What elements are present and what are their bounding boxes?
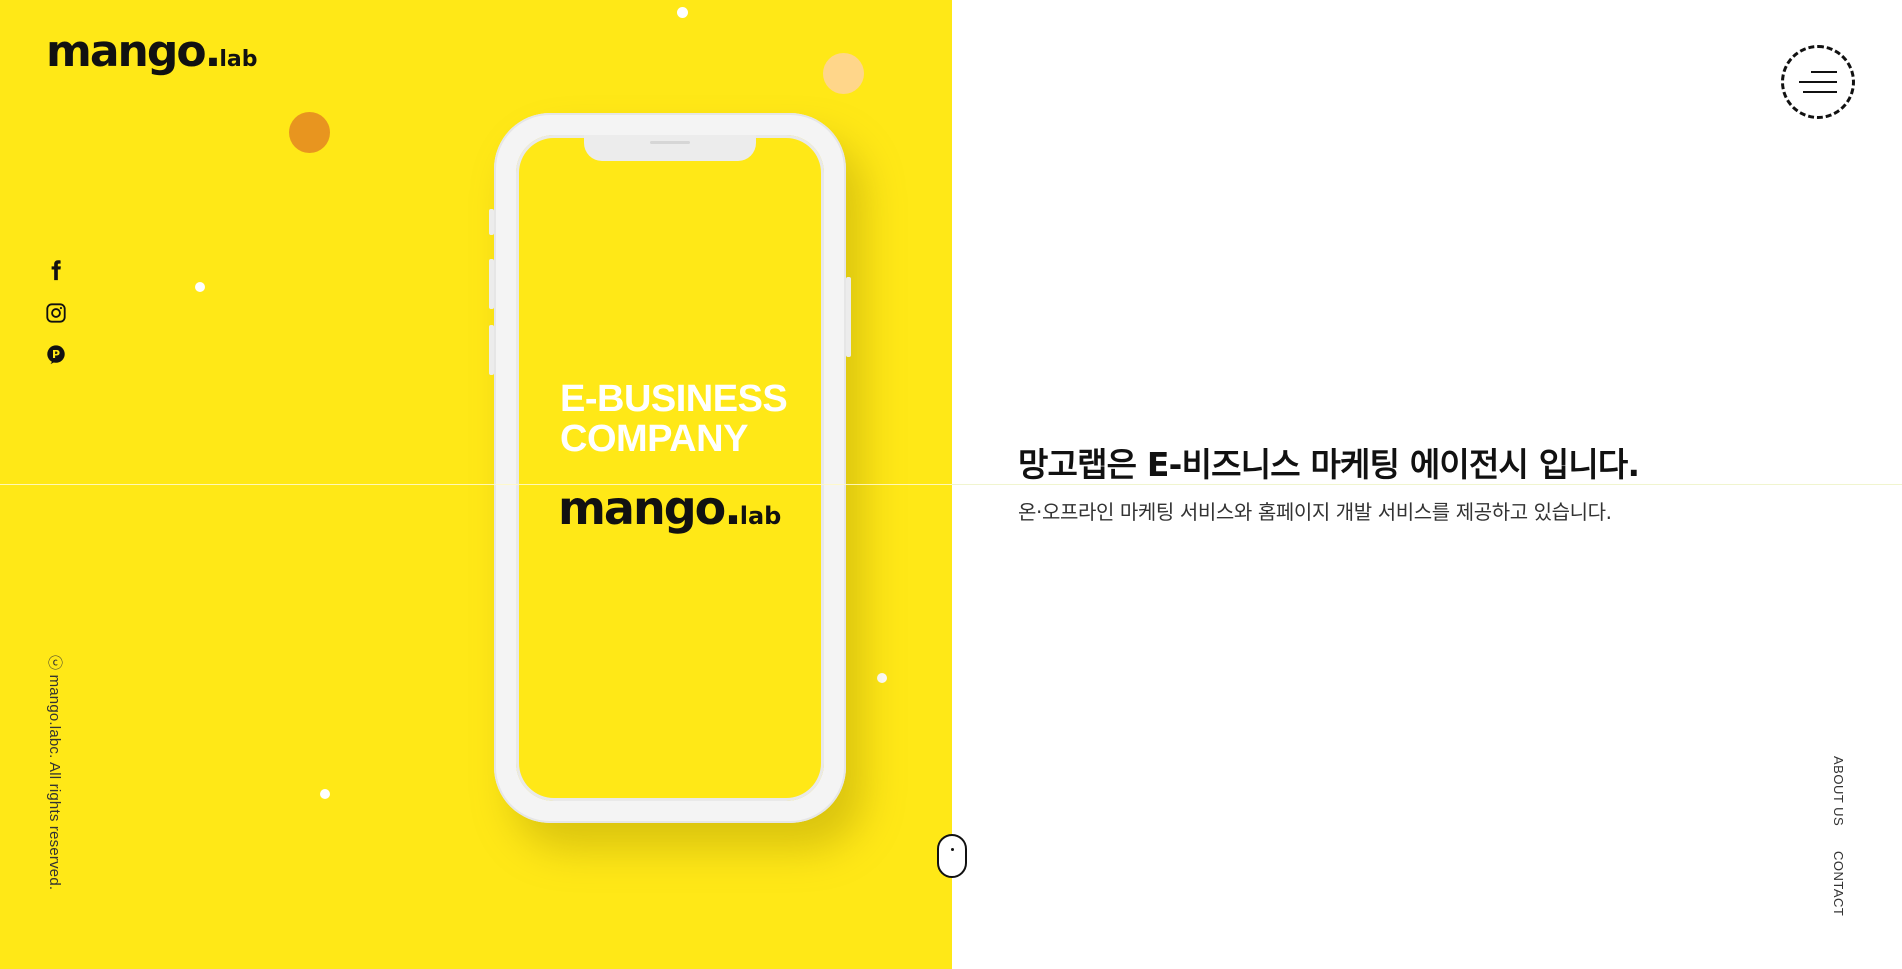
instagram-link[interactable] bbox=[44, 301, 68, 325]
phone-logo-main: mango bbox=[558, 481, 726, 535]
bubble-dot bbox=[320, 789, 330, 799]
logo-dot: . bbox=[204, 26, 222, 77]
pinterest-link[interactable]: P bbox=[44, 343, 68, 367]
phone-logo-dot: . bbox=[724, 481, 742, 535]
scroll-down-icon[interactable] bbox=[937, 834, 967, 878]
facebook-icon bbox=[51, 260, 61, 281]
phone-notch bbox=[584, 135, 756, 161]
copyright-text: ⓒ mango.labc. All rights reserved. bbox=[46, 655, 63, 891]
bubble-orange bbox=[289, 112, 330, 153]
phone-screen-title-line2: COMPANY bbox=[560, 418, 748, 460]
logo-main-text: mango bbox=[46, 26, 207, 77]
right-content-panel: 망고랩은 E-비즈니스 마케팅 에이전시 입니다. 온·오프라인 마케팅 서비스… bbox=[952, 0, 1902, 969]
pinterest-icon: P bbox=[47, 345, 65, 365]
hamburger-menu-icon bbox=[1799, 67, 1837, 97]
bubble-dot bbox=[195, 282, 205, 292]
phone-side-button bbox=[489, 325, 494, 375]
phone-screen-title: E-BUSINESS COMPANY bbox=[560, 378, 788, 460]
nav-about-us[interactable]: ABOUT US bbox=[1831, 756, 1846, 826]
phone-logo-suffix: lab bbox=[739, 502, 782, 530]
bubble-peach bbox=[823, 53, 864, 94]
phone-side-button bbox=[846, 277, 851, 357]
phone-mockup: E-BUSINESS COMPANY mango.lab bbox=[489, 113, 851, 823]
logo-suffix: lab bbox=[219, 47, 258, 72]
bubble-dot bbox=[877, 673, 887, 683]
site-logo[interactable]: mango.lab bbox=[46, 30, 257, 74]
hero-subline: 온·오프라인 마케팅 서비스와 홈페이지 개발 서비스를 제공하고 있습니다. bbox=[1018, 500, 1612, 524]
instagram-icon bbox=[46, 303, 66, 323]
facebook-link[interactable] bbox=[44, 258, 68, 282]
svg-text:P: P bbox=[52, 348, 60, 361]
hero-headline: 망고랩은 E-비즈니스 마케팅 에이전시 입니다. bbox=[1018, 445, 1640, 484]
menu-button[interactable] bbox=[1781, 45, 1855, 119]
phone-screen-title-line1: E-BUSINESS bbox=[560, 378, 788, 420]
nav-contact[interactable]: CONTACT bbox=[1831, 851, 1846, 916]
horizontal-guide-line bbox=[0, 484, 952, 485]
phone-screen: E-BUSINESS COMPANY mango.lab bbox=[516, 135, 824, 801]
bubble-dot bbox=[677, 7, 688, 18]
left-hero-panel: mango.lab P ⓒ mango.labc. All rights res… bbox=[0, 0, 952, 969]
phone-side-button bbox=[489, 259, 494, 309]
phone-screen-logo: mango.lab bbox=[558, 485, 781, 531]
phone-side-button bbox=[489, 209, 494, 235]
